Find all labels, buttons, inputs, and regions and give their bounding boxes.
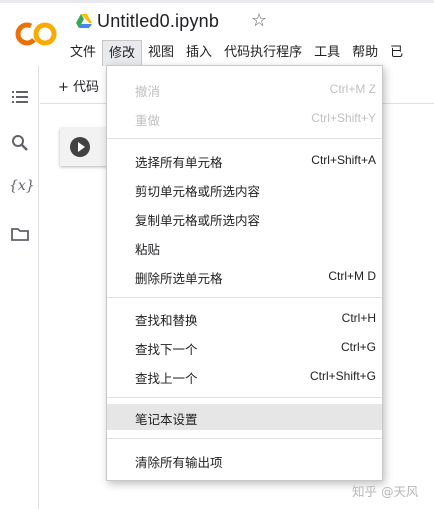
watermark: 知乎 @天风 bbox=[352, 484, 419, 499]
run-cell-icon[interactable] bbox=[70, 137, 90, 157]
menu-help[interactable]: 帮助 bbox=[346, 40, 384, 66]
folder-icon[interactable] bbox=[10, 224, 30, 244]
menu-insert[interactable]: 插入 bbox=[180, 40, 218, 66]
star-icon[interactable]: ☆ bbox=[251, 10, 267, 31]
table-of-contents-icon[interactable] bbox=[10, 87, 30, 107]
colab-logo-icon[interactable] bbox=[14, 20, 58, 48]
menu-item-undo: 撤消 Ctrl+M Z bbox=[135, 82, 376, 99]
menu-divider bbox=[107, 438, 382, 439]
variables-icon[interactable]: {x} bbox=[9, 178, 35, 194]
menu-divider bbox=[107, 397, 382, 398]
menu-item-paste[interactable]: 粘贴 bbox=[107, 234, 382, 260]
menu-edit[interactable]: 修改 bbox=[102, 40, 143, 66]
menu-item-clear-all-outputs[interactable]: 清除所有输出项 bbox=[107, 447, 382, 473]
add-code-button[interactable]: + 代码 bbox=[58, 76, 99, 95]
menu-item-select-all-cells[interactable]: 选择所有单元格 Ctrl+Shift+A bbox=[107, 147, 382, 173]
menu-item-delete-cells[interactable]: 删除所选单元格 Ctrl+M D bbox=[107, 263, 382, 289]
notebook-title[interactable]: Untitled0.ipynb bbox=[97, 11, 219, 32]
menu-saved-status[interactable]: 已 bbox=[384, 40, 409, 66]
menu-item-find-replace[interactable]: 查找和替换 Ctrl+H bbox=[107, 305, 382, 331]
menu-item-cut[interactable]: 剪切单元格或所选内容 bbox=[107, 176, 382, 202]
menu-tools[interactable]: 工具 bbox=[308, 40, 346, 66]
header-bar: Untitled0.ipynb ☆ 文件 修改 视图 插入 代码执行程序 工具 … bbox=[0, 0, 434, 66]
menu-item-notebook-settings[interactable]: 笔记本设置 bbox=[107, 404, 382, 430]
menu-item-find-next[interactable]: 查找下一个 Ctrl+G bbox=[107, 334, 382, 360]
google-drive-icon[interactable] bbox=[76, 14, 92, 28]
top-border bbox=[0, 0, 434, 3]
search-icon[interactable] bbox=[10, 133, 30, 153]
menu-bar: 文件 修改 视图 插入 代码执行程序 工具 帮助 已 bbox=[64, 40, 409, 66]
menu-item-copy[interactable]: 复制单元格或所选内容 bbox=[107, 205, 382, 231]
menu-item-find-previous[interactable]: 查找上一个 Ctrl+Shift+G bbox=[107, 363, 382, 389]
menu-view[interactable]: 视图 bbox=[142, 40, 180, 66]
edit-menu-dropdown: 撤消 Ctrl+M Z 重做 Ctrl+Shift+Y 选择所有单元格 Ctrl… bbox=[106, 65, 383, 481]
menu-item-redo: 重做 Ctrl+Shift+Y bbox=[135, 111, 376, 128]
menu-divider bbox=[107, 138, 382, 139]
left-sidebar: {x} bbox=[0, 66, 39, 509]
code-cell[interactable] bbox=[60, 128, 110, 166]
menu-runtime[interactable]: 代码执行程序 bbox=[218, 40, 308, 66]
menu-divider bbox=[107, 297, 382, 298]
menu-file[interactable]: 文件 bbox=[64, 40, 102, 66]
